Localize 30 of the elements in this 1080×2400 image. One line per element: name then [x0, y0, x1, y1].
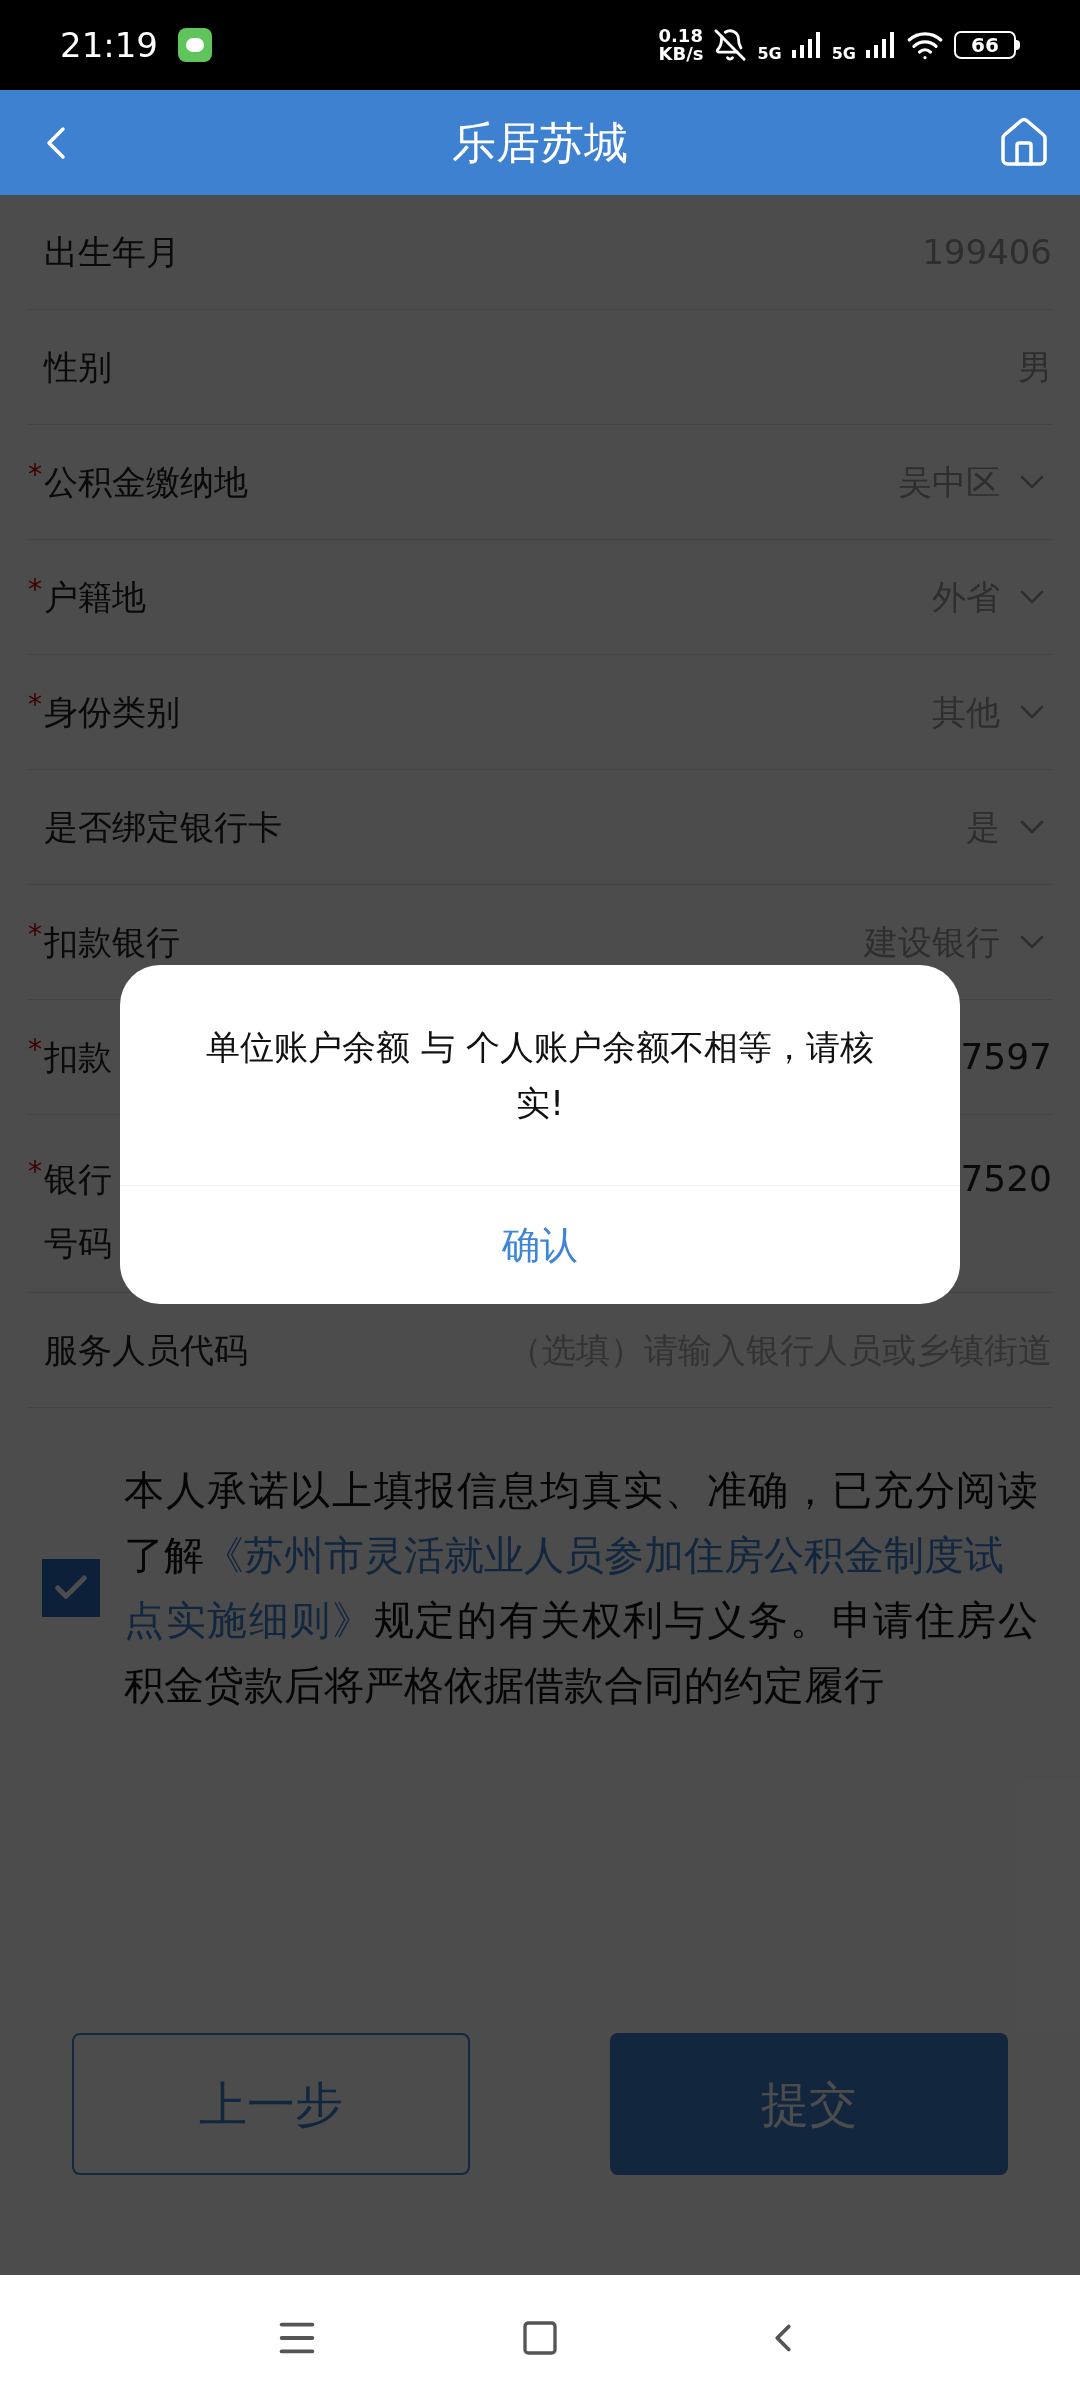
field-label: 户籍地: [44, 576, 146, 619]
field-label: 扣款银行: [44, 921, 180, 964]
signal-icon: [791, 32, 822, 58]
required-mark: *: [28, 918, 42, 951]
network-speed: 0.18: [658, 27, 704, 45]
required-mark: *: [28, 458, 42, 491]
field-label: 银行: [44, 1158, 112, 1201]
confirm-button[interactable]: 确认: [120, 1186, 960, 1304]
dialog-message: 单位账户余额 与 个人账户余额不相等，请核实!: [205, 1026, 875, 1125]
field-label: 身份类别: [44, 691, 180, 734]
network-speed-unit: KB/s: [658, 45, 704, 63]
field-label: 是否绑定银行卡: [44, 806, 282, 849]
page-title: 乐居苏城: [452, 115, 628, 170]
field-label: 号码: [44, 1222, 112, 1265]
bell-off-icon: [713, 28, 748, 62]
chat-app-icon: [178, 28, 212, 62]
required-mark: *: [28, 1155, 42, 1188]
field-label: 公积金缴纳地: [44, 461, 248, 504]
signal-icon: [866, 32, 896, 58]
status-time: 21:19: [60, 23, 158, 67]
battery-level: 66: [971, 35, 999, 55]
network-type: 5G: [757, 43, 782, 65]
field-label: 出生年月: [44, 231, 180, 274]
field-label: 扣款: [44, 1036, 112, 1079]
field-label: 服务人员代码: [44, 1329, 248, 1372]
required-mark: *: [28, 573, 42, 606]
required-mark: *: [28, 688, 42, 721]
field-label: 性别: [44, 346, 112, 389]
network-type: 5G: [831, 43, 856, 65]
required-mark: *: [28, 1033, 42, 1066]
